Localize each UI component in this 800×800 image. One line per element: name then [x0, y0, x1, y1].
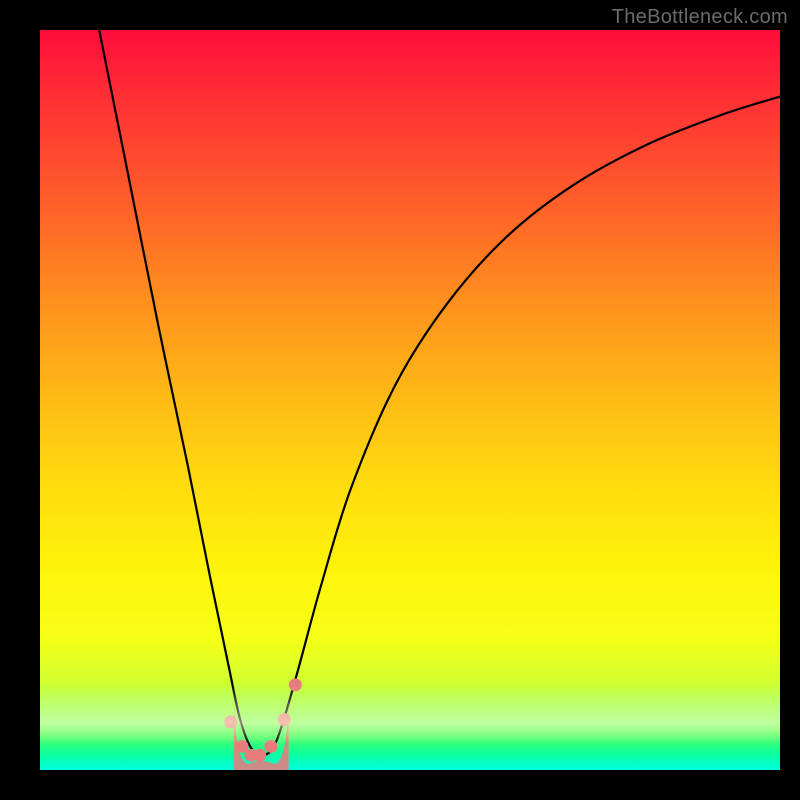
valley-dot: [224, 715, 237, 728]
valley-dot: [253, 749, 266, 762]
valley-dot: [236, 740, 249, 753]
plot-area: [40, 30, 780, 770]
bottleneck-curve: [99, 30, 780, 755]
curve-svg: [40, 30, 780, 770]
valley-fill: [234, 700, 289, 770]
chart-frame: TheBottleneck.com: [0, 0, 800, 800]
valley-dot: [244, 749, 257, 762]
valley-dot: [289, 678, 302, 691]
valley-dot: [264, 740, 277, 753]
valley-dot: [278, 713, 291, 726]
watermark-text: TheBottleneck.com: [612, 6, 788, 29]
